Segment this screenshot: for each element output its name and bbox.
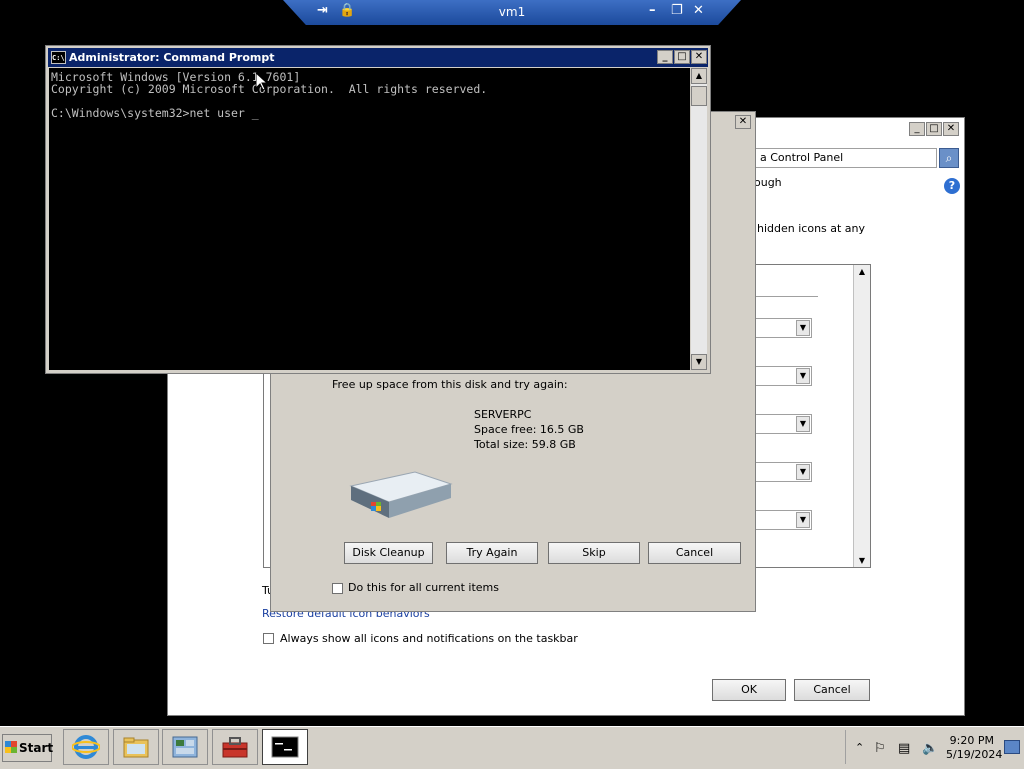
behavior-dropdown[interactable]: ▼ — [752, 462, 812, 482]
behavior-dropdown[interactable]: ▼ — [752, 318, 812, 338]
close-icon[interactable]: ✕ — [693, 3, 704, 18]
clock-date: 5/19/2024 — [946, 748, 1003, 761]
scroll-down-icon[interactable]: ▼ — [691, 354, 707, 370]
cmd-titlebar[interactable]: C:\ Administrator: Command Prompt _ □ ✕ — [48, 48, 708, 67]
help-icon[interactable]: ? — [944, 178, 960, 194]
list-scrollbar[interactable]: ▲ ▼ — [853, 265, 870, 567]
hard-drive-icon — [349, 471, 453, 518]
apply-all-label: Do this for all current items — [348, 581, 499, 594]
apply-all-checkbox[interactable] — [332, 583, 343, 594]
scroll-down-icon[interactable]: ▼ — [854, 556, 870, 565]
volume-icon[interactable]: 🔈 — [922, 741, 938, 756]
system-clock[interactable]: 9:20 PM 5/19/2024 — [946, 734, 1003, 762]
console-line: Copyright (c) 2009 Microsoft Corporation… — [51, 82, 488, 96]
windows-logo-icon — [5, 741, 17, 753]
total-size: Total size: 59.8 GB — [474, 438, 576, 451]
scroll-thumb[interactable] — [691, 86, 707, 106]
minimize-button[interactable]: _ — [909, 122, 925, 136]
command-prompt-icon — [271, 736, 299, 758]
cancel-button[interactable]: Cancel — [648, 542, 741, 564]
rdp-connection-bar: ⇥ 🔒 vm1 – ❐ ✕ — [283, 0, 741, 25]
taskbar: Start ⌃ ⚐ ▤ 🔈 9:20 PM 5/19/2024 — [0, 726, 1024, 769]
mouse-cursor-icon — [256, 73, 268, 91]
show-hidden-icons-icon[interactable]: ⌃ — [855, 741, 864, 754]
maximize-button[interactable]: □ — [674, 50, 690, 64]
internet-explorer-button[interactable] — [63, 729, 109, 765]
column-divider — [754, 296, 818, 297]
behavior-dropdown[interactable]: ▼ — [752, 510, 812, 530]
network-icon[interactable]: ▤ — [898, 741, 910, 756]
close-button[interactable]: ✕ — [691, 50, 707, 64]
restore-icon[interactable]: ❐ — [671, 3, 683, 18]
description-fragment-2: hidden icons at any — [757, 222, 866, 235]
command-prompt-window: C:\ Administrator: Command Prompt _ □ ✕ … — [45, 45, 711, 374]
try-again-button[interactable]: Try Again — [446, 542, 538, 564]
search-icon[interactable]: ⌕ — [939, 148, 959, 168]
command-prompt-taskbar-button[interactable] — [262, 729, 308, 765]
start-label: Start — [19, 741, 54, 755]
space-free: Space free: 16.5 GB — [474, 423, 584, 436]
minimize-icon[interactable]: – — [649, 3, 656, 18]
description-fragment: ough — [754, 176, 782, 189]
server-manager-icon — [172, 736, 198, 758]
chevron-down-icon: ▼ — [796, 464, 810, 480]
cmd-scrollbar[interactable]: ▲ ▼ — [691, 68, 707, 370]
close-button[interactable]: ✕ — [735, 115, 751, 129]
always-show-checkbox[interactable] — [263, 633, 274, 644]
disk-cleanup-button[interactable]: Disk Cleanup — [344, 542, 433, 564]
scroll-up-icon[interactable]: ▲ — [854, 267, 870, 276]
start-button[interactable]: Start — [2, 734, 54, 762]
behavior-dropdown[interactable]: ▼ — [752, 366, 812, 386]
cmd-console[interactable]: Microsoft Windows [Version 6.1.7601] Copy… — [49, 68, 690, 370]
toolbox-icon — [222, 737, 248, 758]
toolbox-button[interactable] — [212, 729, 258, 765]
internet-explorer-icon — [72, 735, 100, 759]
dialog-message: Free up space from this disk and try aga… — [332, 378, 568, 391]
chevron-down-icon: ▼ — [796, 416, 810, 432]
drive-name: SERVERPC — [474, 408, 532, 421]
cmd-app-icon: C:\ — [51, 51, 66, 64]
notification-area: ⌃ ⚐ ▤ 🔈 9:20 PM 5/19/2024 — [845, 730, 1023, 764]
scroll-up-icon[interactable]: ▲ — [691, 68, 707, 84]
chevron-down-icon: ▼ — [796, 512, 810, 528]
show-desktop-icon[interactable] — [1004, 740, 1020, 754]
action-center-flag-icon[interactable]: ⚐ — [874, 741, 886, 756]
maximize-button[interactable]: □ — [926, 122, 942, 136]
chevron-down-icon: ▼ — [796, 320, 810, 336]
control-panel-search-input[interactable]: a Control Panel — [753, 148, 937, 168]
behavior-dropdown[interactable]: ▼ — [752, 414, 812, 434]
minimize-button[interactable]: _ — [657, 50, 673, 64]
chevron-down-icon: ▼ — [796, 368, 810, 384]
always-show-label: Always show all icons and notifications … — [280, 632, 578, 645]
cancel-button[interactable]: Cancel — [794, 679, 870, 701]
cmd-title: Administrator: Command Prompt — [69, 51, 275, 64]
skip-button[interactable]: Skip — [548, 542, 640, 564]
ok-button[interactable]: OK — [712, 679, 786, 701]
server-manager-button[interactable] — [162, 729, 208, 765]
explorer-button[interactable] — [113, 729, 159, 765]
clock-time: 9:20 PM — [949, 734, 994, 747]
folder-icon — [123, 737, 149, 758]
console-prompt-line: C:\Windows\system32>net user _ — [51, 106, 259, 120]
close-button[interactable]: ✕ — [943, 122, 959, 136]
